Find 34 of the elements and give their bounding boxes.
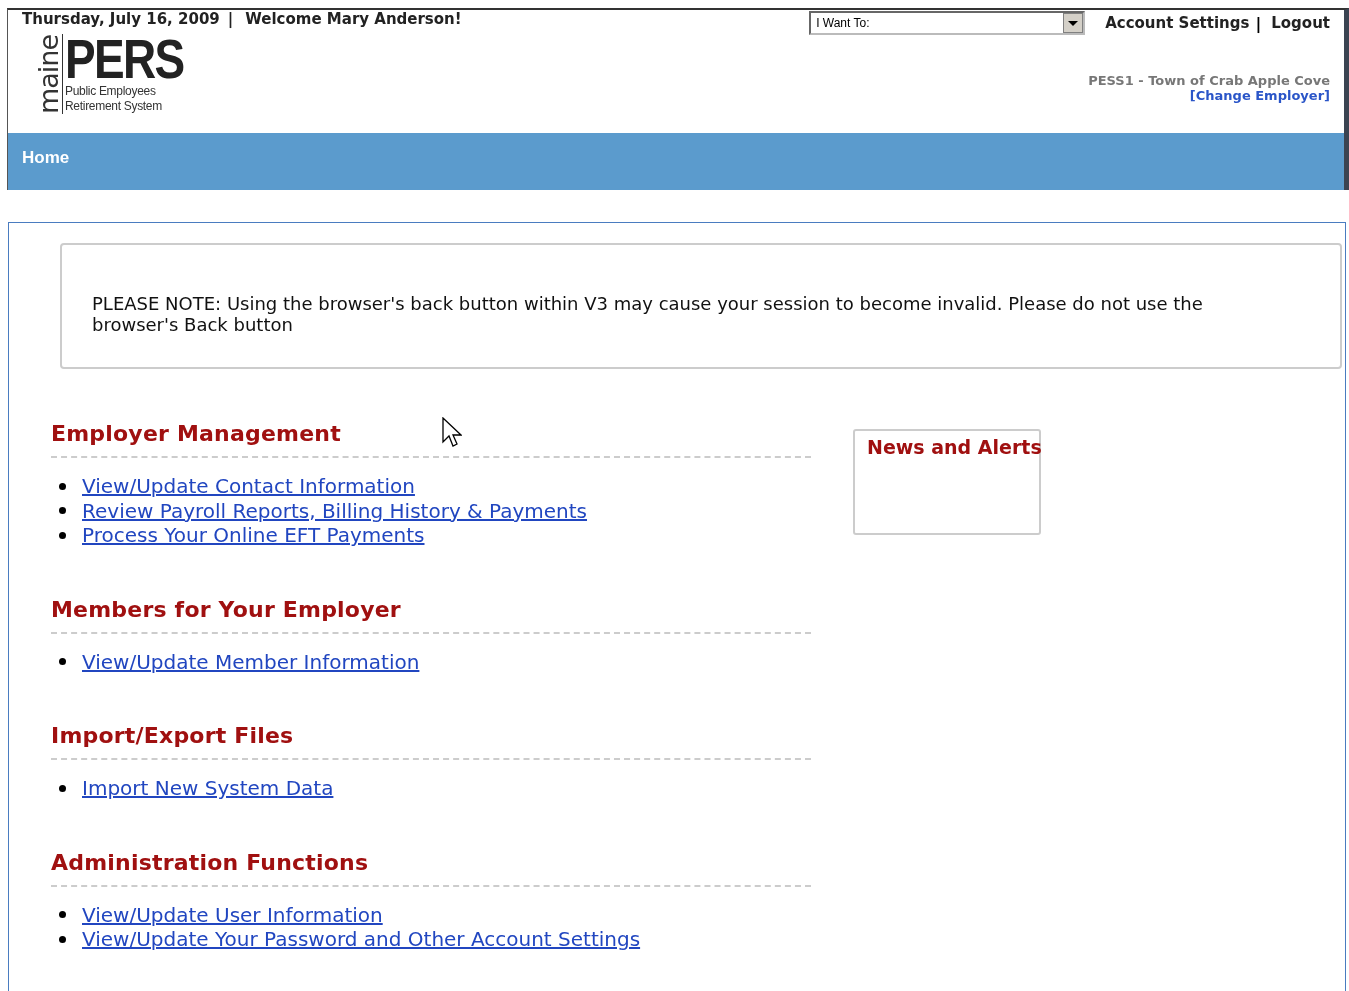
notice-text: PLEASE NOTE: Using the browser's back button within V3 may cause your session to become invalid. Please do not use the browser's Back button (92, 293, 1204, 335)
section-link[interactable]: View/Update User Information (82, 902, 383, 927)
section-heading: Administration Functions (51, 849, 369, 875)
section-link[interactable]: View/Update Your Password and Other Account Settings (82, 927, 641, 952)
separator-text: | (1255, 13, 1262, 33)
section-heading: Members for Your Employer (51, 596, 401, 622)
bullet-icon (59, 531, 66, 539)
section-link[interactable]: Import New System Data (82, 776, 334, 801)
cursor-icon (442, 417, 462, 449)
welcome-text: Welcome Mary Anderson! (245, 10, 462, 28)
change-employer-link[interactable]: [Change Employer] (1189, 88, 1330, 103)
date-text: Thursday, July 16, 2009 (22, 10, 220, 28)
header-link[interactable]: Account Settings (1105, 14, 1250, 32)
bullet-icon (59, 482, 66, 490)
news-heading: News and Alerts (867, 436, 1042, 458)
bullet-icon (59, 658, 66, 666)
bullet-icon (59, 507, 66, 515)
section-link[interactable]: Review Payroll Reports, Billing History & Payments (82, 498, 587, 523)
logo-text: maine (38, 34, 60, 114)
bullet-icon (59, 784, 66, 792)
bullet-icon (59, 935, 66, 943)
logo-subtitle: Retirement System (65, 99, 163, 114)
employer-text: PESS1 - Town of Crab Apple Cove (1088, 73, 1330, 88)
logo-subtitle: Public Employees (65, 84, 157, 99)
separator-text: | (227, 10, 234, 28)
logo-letters: PERS (65, 34, 185, 84)
section-heading: Import/Export Files (51, 723, 294, 748)
bullet-icon (59, 911, 66, 919)
section-link[interactable]: View/Update Contact Information (82, 474, 415, 499)
section-link[interactable]: View/Update Member Information (82, 649, 420, 674)
section-link[interactable]: Process Your Online EFT Payments (82, 523, 425, 548)
header-link[interactable]: Logout (1271, 14, 1330, 32)
section-heading: Employer Management (51, 421, 341, 446)
action-dropdown[interactable]: I Want To: (809, 11, 1086, 35)
